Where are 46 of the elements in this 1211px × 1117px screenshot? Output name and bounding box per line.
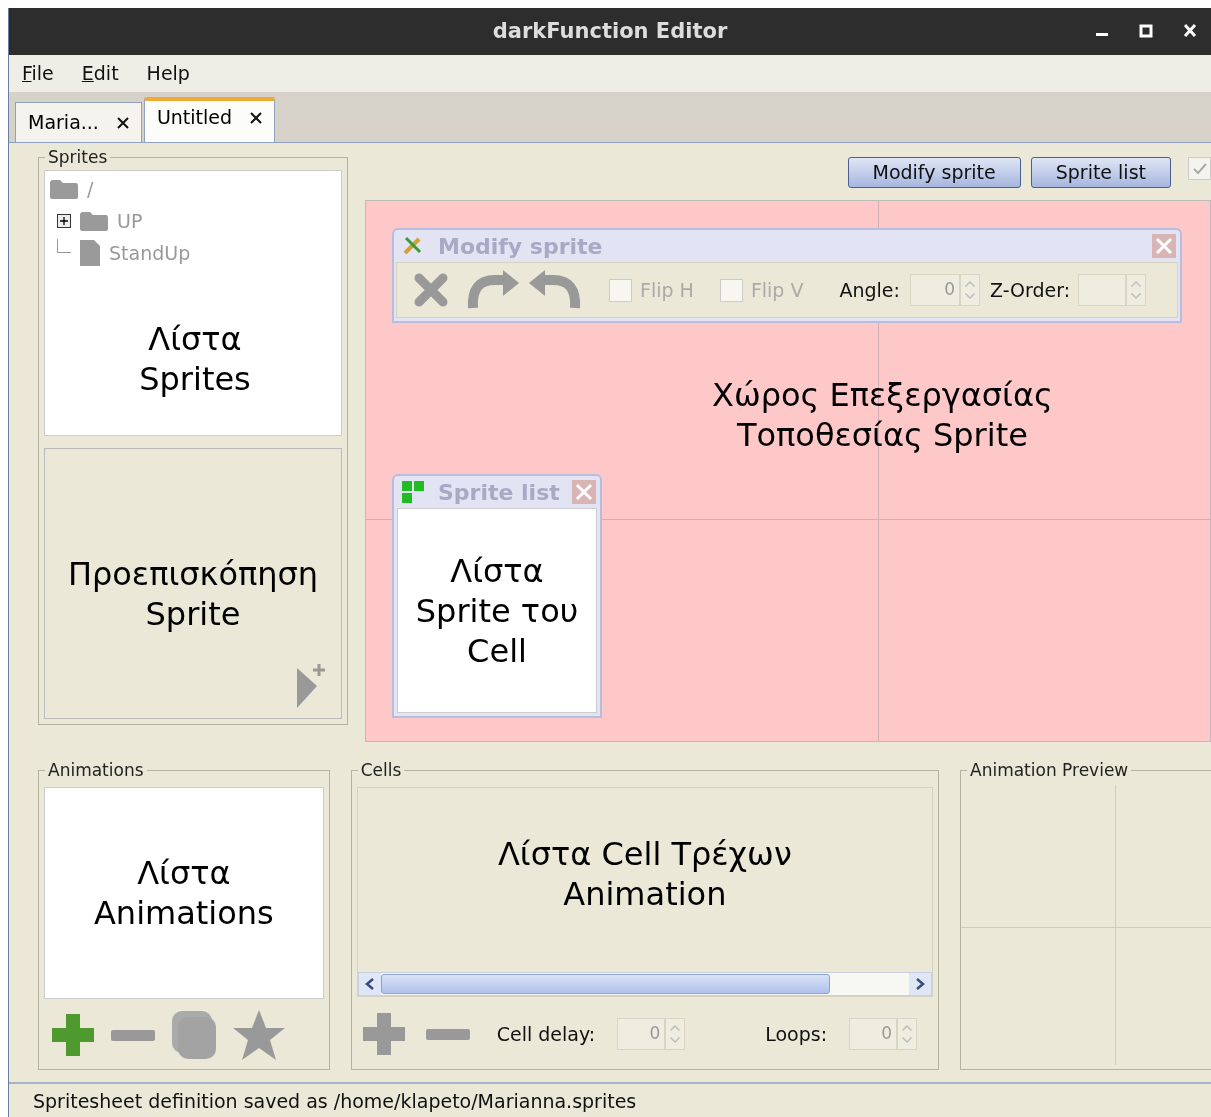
menu-item[interactable]: Help	[146, 59, 190, 88]
window-title: Modify sprite	[438, 232, 603, 261]
checkbox[interactable]	[1188, 157, 1211, 180]
folder-icon	[49, 178, 79, 200]
field-label: Angle:	[839, 277, 900, 303]
toolbar-button[interactable]: Modify sprite	[847, 157, 1021, 188]
folder-icon	[79, 210, 109, 232]
animation-list-label: Λίστα Animations	[93, 853, 274, 933]
canvas-label: Χώρος Επεξεργασίας Τοποθεσίας Sprite	[712, 375, 1053, 455]
group-title: Sprites	[45, 147, 111, 167]
toolbar-button[interactable]: Sprite list	[1030, 157, 1171, 188]
checkbox-label: Flip H	[640, 277, 694, 303]
star-icon[interactable]	[232, 1009, 286, 1061]
checkbox-label: Flip V	[750, 277, 804, 303]
checkbox[interactable]	[609, 278, 632, 302]
document-tab[interactable]: Untitled	[143, 97, 276, 142]
cell-list-label: Λίστα Cell Τρέχων Animation	[496, 834, 793, 914]
redo-icon[interactable]	[465, 270, 521, 310]
field-label: Loops:	[765, 1021, 828, 1047]
close-icon[interactable]	[250, 111, 263, 124]
menu-item[interactable]: Edit	[81, 59, 119, 88]
maximize-icon[interactable]	[1139, 22, 1153, 40]
field-label: Cell delay:	[496, 1021, 596, 1047]
scroll-thumb[interactable]	[380, 974, 830, 994]
sprite-preview-label: Προεπισκόπηση Sprite	[67, 553, 319, 634]
add-icon[interactable]	[50, 1012, 96, 1058]
document-tab[interactable]: Maria...	[15, 102, 142, 142]
undo-icon[interactable]	[527, 270, 583, 310]
expand-toggle[interactable]	[57, 214, 71, 228]
window-title: darkFunction Editor	[492, 17, 728, 45]
add-icon[interactable]	[360, 1011, 407, 1057]
grid-icon	[400, 479, 426, 505]
close-icon[interactable]	[1183, 22, 1197, 40]
copy-icon[interactable]	[170, 1009, 218, 1061]
file-icon	[79, 239, 101, 267]
sprite-list-label: Λίστα Sprite του Cell	[415, 550, 579, 671]
sprite-list-label: Λίστα Sprites	[138, 319, 252, 399]
field-label: Z-Order:	[989, 277, 1071, 303]
window-title: Sprite list	[438, 478, 560, 507]
spinner-field[interactable]	[1078, 273, 1147, 307]
status-text: Spritesheet definition saved as /home/klapeto/Marianna.sprites	[33, 1088, 637, 1114]
close-icon[interactable]	[116, 116, 129, 129]
checkbox[interactable]	[719, 278, 743, 302]
pencil-icon	[402, 235, 424, 257]
menu-item[interactable]: File	[22, 59, 54, 88]
horizontal-scrollbar[interactable]	[357, 972, 932, 996]
